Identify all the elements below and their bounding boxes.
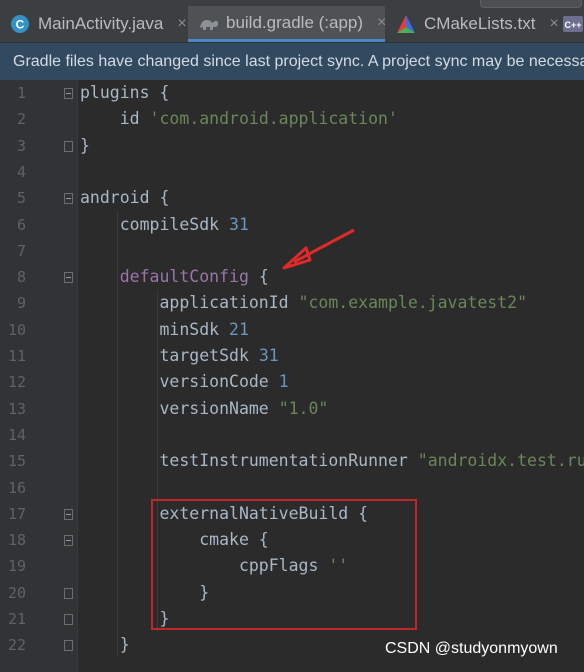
- code-line: compileSdk 31: [80, 212, 249, 238]
- line-number: 1: [16, 84, 26, 102]
- line-number: 20: [7, 583, 26, 602]
- code-line: plugins {: [80, 80, 169, 106]
- code-line: android {: [80, 185, 169, 211]
- line-number: 8: [16, 268, 26, 287]
- code-token: 31: [229, 214, 249, 234]
- tab-build-gradle[interactable]: build.gradle (:app) ×: [188, 6, 386, 42]
- code-token: {: [248, 267, 269, 287]
- line-number: 19: [7, 557, 26, 576]
- code-token: targetSdk: [80, 346, 259, 365]
- fold-collapse-icon[interactable]: [64, 88, 73, 99]
- code-token: 1: [278, 372, 289, 392]
- tab-cmakelists[interactable]: CMakeLists.txt ×: [396, 6, 559, 42]
- code-line: testInstrumentationRunner "androidx.test…: [80, 448, 584, 474]
- code-token: id: [80, 109, 150, 129]
- line-number: 6: [16, 215, 26, 234]
- line-number: 3: [16, 136, 26, 155]
- line-number: 14: [7, 425, 26, 444]
- code-line: id 'com.android.application': [80, 106, 398, 132]
- code-token: compileSdk: [80, 214, 230, 234]
- code-token: }: [80, 635, 130, 655]
- highlight-box-external-native-build: [151, 499, 417, 630]
- line-number: 12: [7, 373, 26, 392]
- code-token: testInstrumentationRunner: [80, 451, 418, 471]
- code-token: minSdk: [80, 319, 230, 339]
- code-line: }: [80, 133, 90, 159]
- line-number: 5: [16, 189, 26, 208]
- line-number: 4: [16, 162, 26, 181]
- fold-collapse-icon[interactable]: [64, 508, 73, 520]
- code-token: "1.0": [278, 398, 329, 418]
- code-token: 21: [229, 319, 249, 339]
- red-arrow-annotation: [282, 228, 355, 270]
- code-token: "com.example.javatest2": [298, 293, 528, 313]
- line-number: 18: [7, 531, 26, 550]
- code-line: minSdk 21: [80, 317, 249, 343]
- fold-collapse-icon[interactable]: [64, 272, 73, 284]
- code-token: 'com.android.application': [149, 109, 398, 129]
- code-line: defaultConfig {: [80, 264, 269, 290]
- code-token: defaultConfig: [119, 267, 249, 287]
- line-number: 13: [7, 399, 26, 418]
- code-token: applicationId: [80, 293, 299, 313]
- fold-collapse-icon[interactable]: [64, 193, 73, 205]
- fold-collapse-icon[interactable]: [64, 535, 73, 547]
- svg-text:C: C: [16, 18, 25, 32]
- close-icon[interactable]: ×: [377, 14, 386, 32]
- line-number: 16: [7, 478, 26, 497]
- code-token: "androidx.test.runner.AndroidJUnitRunner…: [417, 451, 584, 471]
- code-token: android {: [80, 188, 170, 208]
- gradle-icon: [198, 13, 218, 33]
- line-number: 21: [7, 610, 26, 628]
- code-token: }: [80, 135, 90, 155]
- code-token: 31: [258, 346, 279, 365]
- line-number: 17: [7, 504, 26, 523]
- line-number: 7: [16, 241, 26, 260]
- fold-end-icon[interactable]: [64, 140, 73, 152]
- cpp-file-icon: C++: [562, 14, 583, 34]
- code-line: versionCode 1: [80, 369, 289, 395]
- gradle-sync-banner: Gradle files have changed since last pro…: [0, 43, 584, 80]
- code-line: applicationId "com.example.javatest2": [80, 290, 527, 316]
- code-line: versionName "1.0": [80, 396, 328, 422]
- svg-text:C++: C++: [564, 20, 581, 30]
- csdn-watermark: CSDN @studyonmyown: [385, 640, 558, 657]
- line-number: 15: [7, 452, 26, 471]
- java-class-icon: C: [10, 14, 30, 34]
- fold-end-icon[interactable]: [64, 640, 73, 652]
- cmake-icon: [396, 14, 416, 34]
- code-token: plugins {: [80, 83, 170, 102]
- editor-tab-bar: C MainActivity.java × build.gradle (:app…: [0, 0, 584, 43]
- tab-label: MainActivity.java: [38, 14, 164, 33]
- fold-end-icon[interactable]: [64, 587, 73, 599]
- tab-label: CMakeLists.txt: [424, 14, 536, 33]
- code-line: }: [80, 632, 130, 658]
- code-line: targetSdk 31: [80, 343, 279, 369]
- line-number: 10: [7, 320, 26, 339]
- close-icon[interactable]: ×: [177, 15, 186, 33]
- line-number-gutter: 1 2 3 4 5 6 7 8 9 10 11 12 13 14 15 16 17 18 19 20 21 22: [0, 80, 78, 672]
- fold-end-icon[interactable]: [64, 614, 73, 625]
- line-number: 9: [16, 294, 26, 313]
- tab-cpp-file[interactable]: C++: [562, 6, 584, 42]
- line-number: 22: [7, 636, 26, 655]
- tab-label: build.gradle (:app): [226, 12, 364, 32]
- code-token: versionName: [80, 398, 279, 418]
- tab-mainactivity-java[interactable]: C MainActivity.java ×: [10, 6, 187, 42]
- code-token: versionCode: [80, 372, 279, 392]
- line-number: 2: [16, 110, 26, 129]
- close-icon[interactable]: ×: [549, 15, 558, 33]
- line-number: 11: [7, 347, 26, 365]
